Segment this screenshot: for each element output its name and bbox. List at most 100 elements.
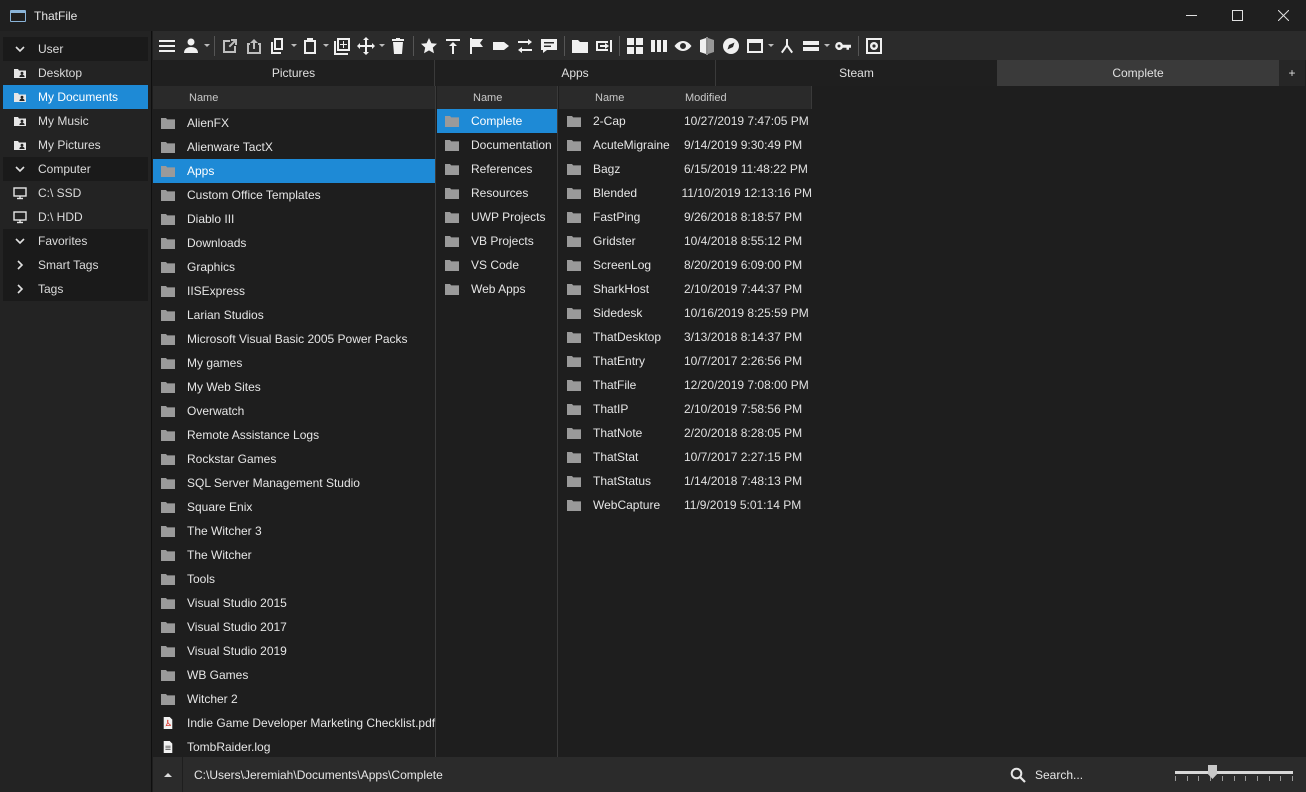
list-item[interactable]: My Web Sites xyxy=(153,375,435,399)
list-item[interactable]: Visual Studio 2017 xyxy=(153,615,435,639)
table-row[interactable]: ThatFile 12/20/2019 7:08:00 PM xyxy=(559,373,812,397)
list-item[interactable]: Resources xyxy=(437,181,557,205)
chevron-down-icon[interactable] xyxy=(13,162,27,176)
list-item[interactable]: WB Games xyxy=(153,663,435,687)
table-row[interactable]: ThatStatus 1/14/2018 7:48:13 PM xyxy=(559,469,812,493)
folder-button[interactable] xyxy=(568,33,592,59)
list-item[interactable]: Microsoft Visual Basic 2005 Power Packs xyxy=(153,327,435,351)
list-item[interactable]: Tools xyxy=(153,567,435,591)
list-item[interactable]: Remote Assistance Logs xyxy=(153,423,435,447)
rename-button[interactable] xyxy=(592,33,616,59)
list-item[interactable]: Custom Office Templates xyxy=(153,183,435,207)
dropdown-arrow-icon[interactable] xyxy=(378,33,386,59)
chevron-right-icon[interactable] xyxy=(13,282,27,296)
column-header-name[interactable]: Name xyxy=(153,86,435,109)
list-item[interactable]: Larian Studios xyxy=(153,303,435,327)
sidebar-item-my-pictures[interactable]: My Pictures xyxy=(3,133,148,157)
settings-gear-button[interactable] xyxy=(862,33,886,59)
table-row[interactable]: ThatIP 2/10/2019 7:58:56 PM xyxy=(559,397,812,421)
list-item[interactable]: The Witcher 3 xyxy=(153,519,435,543)
list-item[interactable]: UWP Projects xyxy=(437,205,557,229)
list-item[interactable]: SQL Server Management Studio xyxy=(153,471,435,495)
table-row[interactable]: 2-Cap 10/27/2019 7:47:05 PM xyxy=(559,109,812,133)
delete-button[interactable] xyxy=(386,33,410,59)
list-item[interactable]: Overwatch xyxy=(153,399,435,423)
dropdown-arrow-icon[interactable] xyxy=(823,33,831,59)
preview-eye-button[interactable] xyxy=(671,33,695,59)
list-item[interactable]: Witcher 2 xyxy=(153,687,435,711)
menu-button[interactable] xyxy=(155,33,179,59)
list-item[interactable]: Downloads xyxy=(153,231,435,255)
table-row[interactable]: AcuteMigraine 9/14/2019 9:30:49 PM xyxy=(559,133,812,157)
list-item[interactable]: VS Code xyxy=(437,253,557,277)
list-item[interactable]: Visual Studio 2019 xyxy=(153,639,435,663)
table-row[interactable]: WebCapture 11/9/2019 5:01:14 PM xyxy=(559,493,812,517)
window-button[interactable] xyxy=(743,33,767,59)
table-row[interactable]: ThatEntry 10/7/2017 2:26:56 PM xyxy=(559,349,812,373)
table-row[interactable]: Bagz 6/15/2019 11:48:22 PM xyxy=(559,157,812,181)
sidebar-item-user[interactable]: User xyxy=(3,37,148,61)
sidebar-item-my-documents[interactable]: My Documents xyxy=(3,85,148,109)
list-item[interactable]: References xyxy=(437,157,557,181)
column-header-name[interactable]: Name xyxy=(559,92,685,104)
sidebar-item-d-hdd[interactable]: D:\ HDD xyxy=(3,205,148,229)
list-item[interactable]: AlienFX xyxy=(153,111,435,135)
pin-top-button[interactable] xyxy=(441,33,465,59)
dropdown-arrow-icon[interactable] xyxy=(203,33,211,59)
add-tab-button[interactable]: + xyxy=(1279,60,1305,86)
list-item[interactable]: IISExpress xyxy=(153,279,435,303)
list-item[interactable]: Indie Game Developer Marketing Checklist… xyxy=(153,711,435,735)
list-item[interactable]: Documentation xyxy=(437,133,557,157)
sidebar-item-my-music[interactable]: My Music xyxy=(3,109,148,133)
list-item[interactable]: Visual Studio 2015 xyxy=(153,591,435,615)
table-row[interactable]: Sidedesk 10/16/2019 8:25:59 PM xyxy=(559,301,812,325)
list-item[interactable]: Graphics xyxy=(153,255,435,279)
open-external-button[interactable] xyxy=(218,33,242,59)
star-button[interactable] xyxy=(417,33,441,59)
list-item[interactable]: Diablo III xyxy=(153,207,435,231)
swap-button[interactable] xyxy=(513,33,537,59)
table-row[interactable]: ThatDesktop 3/13/2018 8:14:37 PM xyxy=(559,325,812,349)
search-input[interactable] xyxy=(1035,767,1155,782)
dropdown-arrow-icon[interactable] xyxy=(322,33,330,59)
tag-button[interactable] xyxy=(489,33,513,59)
tab-steam[interactable]: Steam xyxy=(716,60,998,86)
table-row[interactable]: ScreenLog 8/20/2019 6:09:00 PM xyxy=(559,253,812,277)
table-row[interactable]: ThatNote 2/20/2018 8:28:05 PM xyxy=(559,421,812,445)
table-row[interactable]: Blended 11/10/2019 12:13:16 PM xyxy=(559,181,812,205)
sidebar-item-computer[interactable]: Computer xyxy=(3,157,148,181)
columns-view-button[interactable] xyxy=(647,33,671,59)
column-header-modified[interactable]: Modified xyxy=(685,92,727,104)
sidebar-item-favorites[interactable]: Favorites xyxy=(3,229,148,253)
list-item[interactable]: Web Apps xyxy=(437,277,557,301)
list-item[interactable]: The Witcher xyxy=(153,543,435,567)
close-button[interactable] xyxy=(1260,0,1306,31)
column-header-name[interactable]: Name xyxy=(437,86,557,109)
open-button[interactable] xyxy=(242,33,266,59)
dropdown-arrow-icon[interactable] xyxy=(767,33,775,59)
sidebar-item-smart-tags[interactable]: Smart Tags xyxy=(3,253,148,277)
table-row[interactable]: SharkHost 2/10/2019 7:44:37 PM xyxy=(559,277,812,301)
tab-apps[interactable]: Apps xyxy=(435,60,716,86)
list-item[interactable]: Alienware TactX xyxy=(153,135,435,159)
comment-button[interactable] xyxy=(537,33,561,59)
tiles-view-button[interactable] xyxy=(623,33,647,59)
chevron-right-icon[interactable] xyxy=(13,258,27,272)
search-icon[interactable] xyxy=(1010,767,1026,783)
add-button[interactable] xyxy=(330,33,354,59)
table-row[interactable]: ThatStat 10/7/2017 2:27:15 PM xyxy=(559,445,812,469)
key-button[interactable] xyxy=(831,33,855,59)
list-item[interactable]: Rockstar Games xyxy=(153,447,435,471)
tab-pictures[interactable]: Pictures xyxy=(153,60,435,86)
move-button[interactable] xyxy=(354,33,378,59)
list-item[interactable]: TombRaider.log xyxy=(153,735,435,759)
chevron-up-icon[interactable] xyxy=(153,757,183,792)
dropdown-arrow-icon[interactable] xyxy=(290,33,298,59)
merge-button[interactable] xyxy=(775,33,799,59)
sidebar-item-c-ssd[interactable]: C:\ SSD xyxy=(3,181,148,205)
flag-button[interactable] xyxy=(465,33,489,59)
sidebar-item-desktop[interactable]: Desktop xyxy=(3,61,148,85)
maximize-button[interactable] xyxy=(1214,0,1260,31)
chevron-down-icon[interactable] xyxy=(13,234,27,248)
minimize-button[interactable] xyxy=(1168,0,1214,31)
